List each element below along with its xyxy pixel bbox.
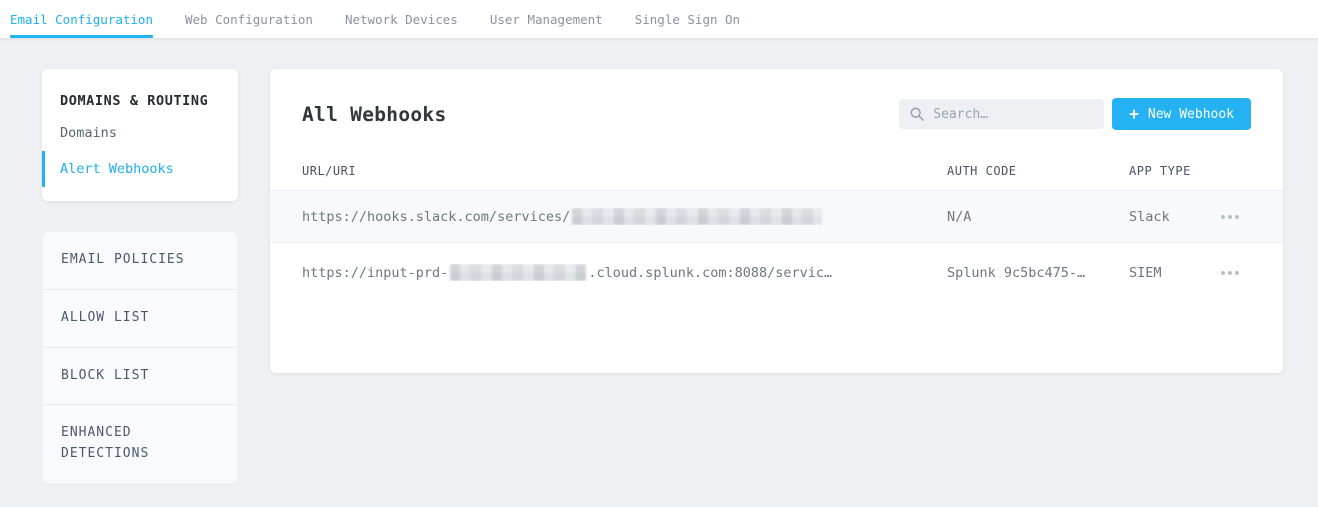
ellipsis-menu-icon[interactable] <box>1219 209 1251 225</box>
top-navigation: Email Configuration Web Configuration Netw… <box>0 0 1318 38</box>
new-webhook-label: New Webhook <box>1147 106 1234 122</box>
redacted-blur <box>450 264 587 281</box>
sidebar-item-alert-webhooks[interactable]: Alert Webhooks <box>42 151 238 187</box>
table-header: URL/URI AUTH CODE APP TYPE <box>270 152 1283 191</box>
auth-code-cell: Splunk 9c5bc475-… <box>947 264 1086 281</box>
table-row[interactable]: https://hooks.slack.com/services/ N/A Sl… <box>270 191 1283 243</box>
plus-icon: + <box>1129 104 1139 123</box>
tab-web-configuration[interactable]: Web Configuration <box>185 0 313 38</box>
redacted-blur <box>572 208 823 225</box>
search-input[interactable] <box>933 106 1094 122</box>
table-body: https://hooks.slack.com/services/ N/A Sl… <box>270 191 1283 302</box>
column-header-auth-code: AUTH CODE <box>947 164 1017 178</box>
auth-code-cell: N/A <box>947 208 972 225</box>
tab-single-sign-on[interactable]: Single Sign On <box>635 0 740 38</box>
url-suffix-text: .cloud.splunk.com:8088/servic… <box>588 265 833 281</box>
column-header-app-type: APP TYPE <box>1129 164 1191 178</box>
url-prefix-text: https://hooks.slack.com/services/ <box>302 209 571 225</box>
webhooks-panel: All Webhooks + New Webhook URL/URI AUTH … <box>270 69 1283 373</box>
tab-email-configuration[interactable]: Email Configuration <box>10 0 153 38</box>
app-type-cell: Slack <box>1129 208 1170 225</box>
sidebar-item-email-policies[interactable]: EMAIL POLICIES <box>43 232 237 290</box>
webhook-url-cell: https://hooks.slack.com/services/ <box>302 208 947 225</box>
sidebar-item-allow-list[interactable]: ALLOW LIST <box>43 290 237 348</box>
new-webhook-button[interactable]: + New Webhook <box>1112 98 1251 130</box>
domains-routing-header: DOMAINS & ROUTING <box>60 93 209 109</box>
column-header-url: URL/URI <box>302 164 357 178</box>
tab-network-devices[interactable]: Network Devices <box>345 0 458 38</box>
search-box[interactable] <box>899 99 1105 129</box>
sidebar-item-block-list[interactable]: BLOCK LIST <box>43 348 237 406</box>
search-icon <box>910 107 925 121</box>
ellipsis-menu-icon[interactable] <box>1219 265 1251 281</box>
sidebar-item-enhanced-detections[interactable]: ENHANCED DETECTIONS <box>43 405 237 483</box>
settings-sidebar: DOMAINS & ROUTING Domains Alert Webhooks … <box>42 69 238 484</box>
domains-routing-card: DOMAINS & ROUTING Domains Alert Webhooks <box>42 69 238 201</box>
sidebar-item-domains[interactable]: Domains <box>42 115 238 151</box>
page-title: All Webhooks <box>302 102 447 126</box>
table-row[interactable]: https://input-prd- .cloud.splunk.com:8088… <box>270 243 1283 302</box>
webhook-url-cell: https://input-prd- .cloud.splunk.com:8088… <box>302 264 947 281</box>
page-body: DOMAINS & ROUTING Domains Alert Webhooks … <box>0 38 1318 484</box>
app-type-cell: SIEM <box>1129 264 1162 281</box>
tab-user-management[interactable]: User Management <box>490 0 603 38</box>
sidebar-section-links: EMAIL POLICIES ALLOW LIST BLOCK LIST ENHANC… <box>42 231 238 484</box>
panel-header: All Webhooks + New Webhook <box>270 69 1283 152</box>
url-prefix-text: https://input-prd- <box>302 265 449 281</box>
